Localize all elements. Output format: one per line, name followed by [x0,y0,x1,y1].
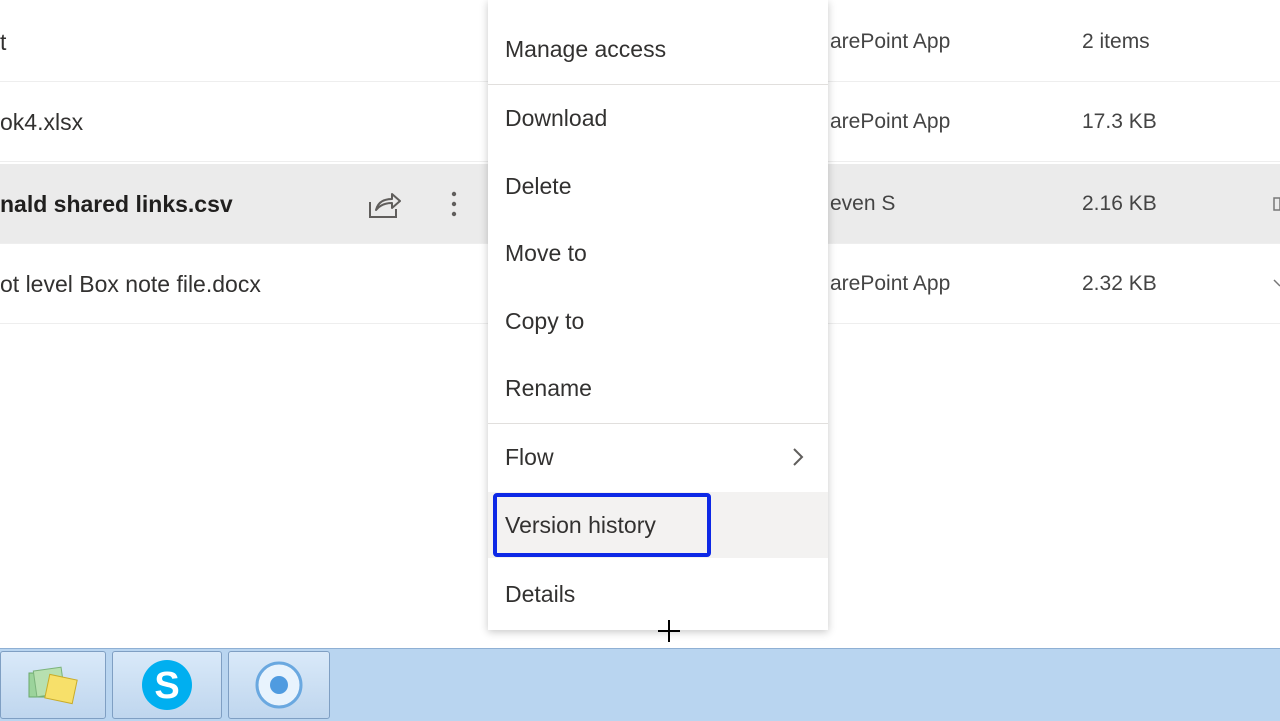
file-size: 2 items [1082,30,1150,53]
menu-item-label: Copy to [505,308,585,334]
file-name[interactable]: t [0,2,6,82]
share-icon[interactable] [366,190,402,220]
modified-by: arePoint App [830,110,951,133]
menu-item-move-to[interactable]: Move to [488,220,828,286]
menu-item-manage-access[interactable]: Manage access [488,16,828,82]
file-name[interactable]: nald shared links.csv [0,164,233,244]
file-size: 17.3 KB [1082,110,1157,133]
file-explorer-icon [28,666,78,705]
menu-item-copy-to[interactable]: Copy to [488,288,828,354]
file-name[interactable]: ok4.xlsx [0,82,83,162]
partial-icon [1273,279,1280,287]
version-history-highlight [493,493,711,557]
crosshair-cursor-icon [658,620,680,642]
skype-icon: S [142,660,192,710]
partial-icon [1273,197,1280,211]
media-app-icon [255,661,303,709]
modified-by: arePoint App [830,272,951,295]
menu-item-flow[interactable]: Flow [488,424,828,490]
file-size: 2.32 KB [1082,272,1157,295]
menu-item-download[interactable]: Download [488,85,828,151]
taskbar: S [0,648,1280,721]
menu-item-label: Flow [505,444,554,470]
taskbar-skype[interactable]: S [112,651,222,719]
taskbar-media-app[interactable] [228,651,330,719]
menu-item-rename[interactable]: Rename [488,355,828,421]
menu-item-label: Details [505,581,576,607]
menu-item-label: Manage access [505,36,667,62]
svg-text:S: S [154,665,179,707]
chevron-right-icon [793,448,804,466]
file-name[interactable]: ot level Box note file.docx [0,244,261,324]
menu-item-label: Rename [505,375,592,401]
menu-item-label: Download [505,105,608,131]
more-vertical-icon[interactable] [440,186,468,222]
taskbar-file-explorer[interactable] [0,651,106,719]
file-size: 2.16 KB [1082,192,1157,215]
modified-by: even S [830,192,896,215]
menu-item-delete[interactable]: Delete [488,153,828,219]
modified-by: arePoint App [830,30,951,53]
menu-item-label: Move to [505,240,587,266]
menu-item-label: Delete [505,173,572,199]
